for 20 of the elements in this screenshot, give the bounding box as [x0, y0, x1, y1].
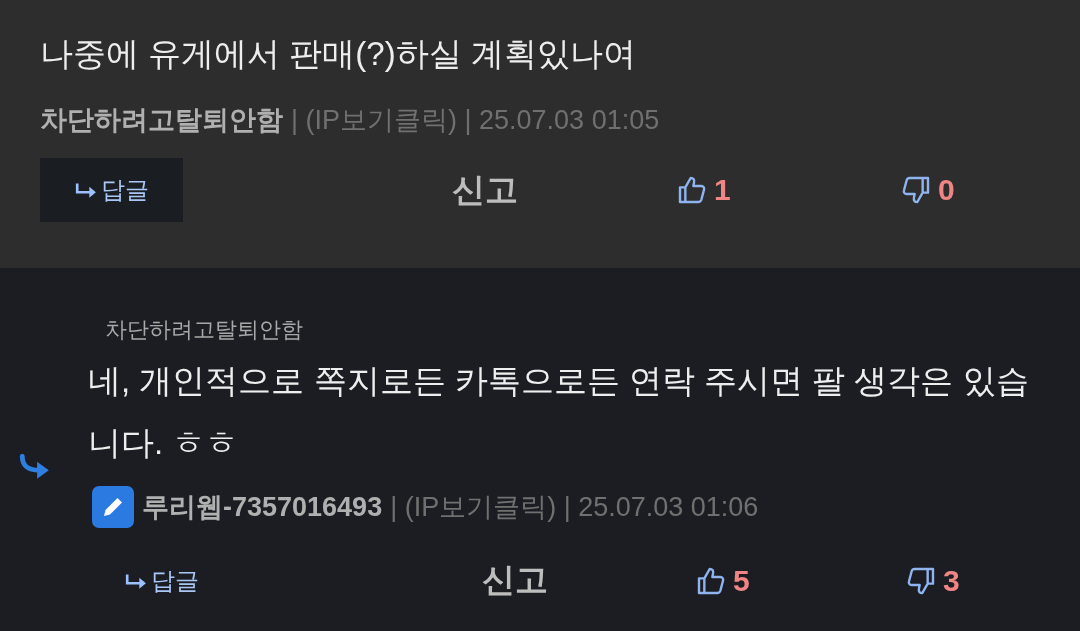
reply-button[interactable]: 답글 [125, 564, 199, 597]
comment-text: 나중에 유게에서 판매(?)하실 계획있나여 [40, 34, 637, 74]
like-count: 1 [714, 173, 731, 207]
reply-button[interactable]: 답글 [40, 158, 183, 222]
reply-text: 네, 개인적으로 쪽지로든 카톡으로든 연락 주시면 팔 생각은 있습니다. ㅎㅎ [88, 361, 1030, 463]
reply-arrow-icon [125, 572, 147, 589]
thumbs-up-icon[interactable] [676, 174, 708, 206]
dislike-count: 3 [943, 563, 960, 598]
pencil-badge-icon [92, 486, 134, 528]
reply-meta: | (IP보기클릭) | 25.07.03 01:06 [390, 491, 759, 524]
comment-meta: | (IP보기클릭) | 25.07.03 01:05 [291, 104, 660, 137]
author-name[interactable]: 차단하려고탈퇴안함 [40, 100, 283, 140]
like-count: 5 [733, 563, 750, 598]
report-button[interactable]: 신고 [452, 167, 518, 213]
thumbs-down-icon[interactable] [900, 174, 932, 206]
report-button[interactable]: 신고 [482, 558, 548, 603]
reply-arrow-icon [74, 182, 97, 198]
author-name[interactable]: 루리웹-7357016493 [142, 487, 383, 527]
dislike-count: 0 [938, 173, 955, 207]
quoted-author: 차단하려고탈퇴안함 [105, 316, 304, 344]
